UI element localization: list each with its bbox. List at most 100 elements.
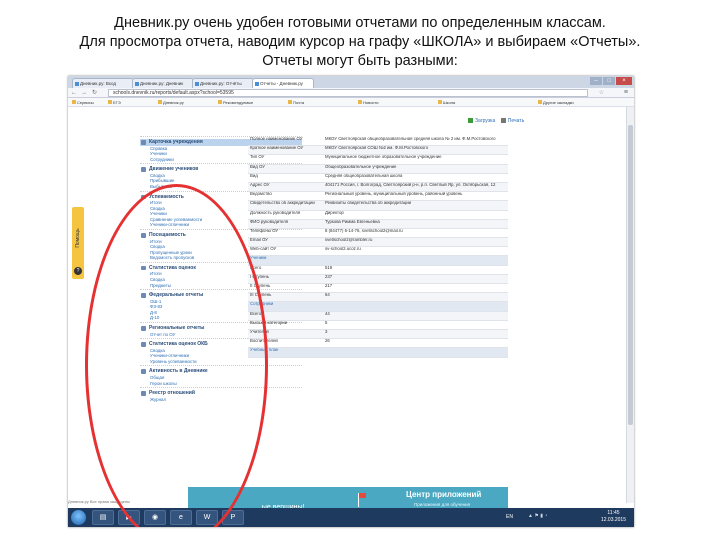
bookmark-item[interactable]: Дневник.ру <box>158 99 184 106</box>
clock-time: 11:45 <box>607 510 620 516</box>
table-row: Всего 519 <box>248 266 508 275</box>
caption-line-3: Отчеты могут быть разными: <box>262 53 458 69</box>
close-icon[interactable]: × <box>616 77 632 85</box>
bookmark-item[interactable]: Школа <box>438 99 455 106</box>
start-button[interactable] <box>71 510 86 525</box>
sidebar-report-link[interactable]: Журнал <box>140 397 302 403</box>
reload-icon[interactable]: ↻ <box>92 89 97 97</box>
browser-tab[interactable]: Дневник.ру: Дневник <box>132 78 194 88</box>
table-cell-value: 44 <box>325 311 330 316</box>
maximize-icon[interactable]: □ <box>603 77 615 85</box>
bookmark-item[interactable]: ЕГЭ <box>108 99 121 106</box>
browser-tab[interactable]: Дневник.ру: Отчёты <box>192 78 254 88</box>
school-info-table: Полное наименование ОУ МКОУ Светлоярская … <box>248 137 508 358</box>
table-cell-label: Должность руководителя <box>250 210 301 215</box>
table-cell-label: Тип ОУ <box>250 155 265 160</box>
url-input[interactable]: schools.dnevnik.ru/reports/default.aspx?… <box>108 89 588 97</box>
table-row: Ведомство Региональный уровень, муниципал… <box>248 192 508 202</box>
menu-icon[interactable]: ≡ <box>624 88 628 97</box>
sidebar-report-link[interactable]: Герои школы <box>140 381 302 387</box>
table-cell-label: Учителей <box>250 329 269 334</box>
banner-subtitle: Приложения для обучения <box>414 502 471 507</box>
scrollbar-thumb[interactable] <box>628 125 633 425</box>
table-cell-value: 5 <box>325 320 328 325</box>
table-cell-label: Web-сайт ОУ <box>250 247 277 252</box>
table-cell-value: 8 (84477) 6-14-76, svetlschool2@mail.ru <box>325 228 403 233</box>
slide: Дневник.ру очень удобен готовыми отчетам… <box>0 0 720 540</box>
table-row: Высшей категории 5 <box>248 321 508 330</box>
powerpoint-icon[interactable]: P <box>222 510 244 525</box>
table-cell-value: Муниципальное бюджетное образовательное … <box>325 155 442 160</box>
table-cell-value: Директор <box>325 210 344 215</box>
favicon-icon <box>195 82 199 86</box>
star-icon[interactable]: ☆ <box>599 89 604 97</box>
scrollbar[interactable] <box>626 107 634 503</box>
table-row: Телефоны ОУ 8 (84477) 6-14-76, svetlschoo… <box>248 228 508 239</box>
bookmark-item[interactable]: Почта <box>288 99 304 106</box>
ie-icon[interactable]: e <box>170 510 192 525</box>
table-row: Воспитателей 26 <box>248 339 508 349</box>
browser-tab-active[interactable]: Отчеты - Дневник.ру <box>252 78 314 88</box>
back-icon[interactable]: ← <box>71 89 77 97</box>
forward-icon[interactable]: → <box>81 89 87 97</box>
browser-tab[interactable]: Дневник.ру: Вход <box>72 78 134 88</box>
table-row: Всего 44 <box>248 311 508 321</box>
report-icon <box>141 391 146 396</box>
table-cell-label: ФИО руководителя <box>250 219 289 224</box>
favicon-icon <box>255 82 259 86</box>
table-cell-label: Email ОУ <box>250 238 268 243</box>
table-cell-label: Учебный план <box>250 348 279 353</box>
help-icon: ? <box>74 267 82 275</box>
table-cell-value: svetlschool2@rambler.ru <box>325 238 373 243</box>
minimize-icon[interactable]: – <box>590 77 602 85</box>
download-link[interactable]: Загрузка <box>475 118 495 124</box>
bookmark-item[interactable]: Рекомендуемые <box>218 99 253 106</box>
table-section-row: Учебный план <box>248 348 508 358</box>
table-cell-label: Всего <box>250 265 262 270</box>
table-row: Свидетельство об аккредитации Реквизиты с… <box>248 201 508 211</box>
table-cell-label: Телефоны ОУ <box>250 228 279 233</box>
table-row: Краткое наименование ОУ МКОУ Светлоярская… <box>248 146 508 156</box>
table-cell-value <box>322 256 508 264</box>
word-icon[interactable]: W <box>196 510 218 525</box>
sidebar-section-title[interactable]: Реестр отношений <box>140 390 302 397</box>
print-icon <box>500 118 506 124</box>
table-row: Адрес ОУ 404171 Россия, г. Волгоград, Све… <box>248 182 508 193</box>
explorer-icon[interactable]: ▤ <box>92 510 114 525</box>
sidebar-section-title[interactable]: Активность в Дневнике <box>140 368 302 375</box>
report-actions: Загрузка Печать <box>468 118 524 124</box>
table-cell-value: Общеобразовательное учреждение <box>325 164 397 169</box>
report-icon <box>141 194 146 200</box>
taskbar-clock[interactable]: 11:45 12.03.2015 <box>601 510 626 524</box>
caption-line-2: Для просмотра отчета, наводим курсор на … <box>79 34 641 50</box>
table-cell-value: 3 <box>325 329 328 334</box>
table-row: Должность руководителя Директор <box>248 211 508 220</box>
windows-taskbar: ▤ ▶ ◉ e W P EN ▲ ⚑ ▮ ◔ 11:45 12.03.2015 <box>68 508 634 527</box>
print-link[interactable]: Печать <box>508 118 524 124</box>
table-row: I Ступень 237 <box>248 274 508 284</box>
table-cell-label: Высшей категории <box>250 320 288 325</box>
browser-icon[interactable]: ◉ <box>144 510 166 525</box>
language-indicator[interactable]: EN <box>506 514 513 520</box>
bookmark-item[interactable]: Другие закладки <box>538 99 574 106</box>
table-cell-label: I Ступень <box>250 274 269 279</box>
bookmark-item[interactable]: Новости <box>358 99 378 106</box>
table-section-row: Ученики <box>248 256 508 266</box>
table-cell-value: 519 <box>325 265 333 270</box>
bookmark-item[interactable]: Сервисы <box>72 99 94 106</box>
report-icon <box>141 140 146 145</box>
media-player-icon[interactable]: ▶ <box>118 510 140 525</box>
table-cell-value: Туркова Римма Евгеньевна <box>325 219 380 224</box>
banner-title: Центр приложений <box>406 490 482 499</box>
table-cell-value: МКОУ Светлоярская общеобразовательная ср… <box>325 137 496 141</box>
table-cell-label: Вид <box>250 173 258 178</box>
table-cell-label: Свидетельство об аккредитации <box>250 201 315 206</box>
bookmarks-bar: Сервисы ЕГЭ Дневник.ру Рекомендуемые Поч… <box>68 98 634 107</box>
slide-caption: Дневник.ру очень удобен готовыми отчетам… <box>40 14 680 71</box>
help-tab[interactable]: Помощь ? <box>72 207 84 279</box>
table-row: Email ОУ svetlschool2@rambler.ru <box>248 238 508 248</box>
sidebar-report-link[interactable]: Уровень успеваемости <box>140 359 302 365</box>
table-cell-value: 64 <box>325 293 330 298</box>
table-cell-value: 26 <box>325 339 330 344</box>
system-tray[interactable]: ▲ ⚑ ▮ ◔ <box>528 513 547 519</box>
